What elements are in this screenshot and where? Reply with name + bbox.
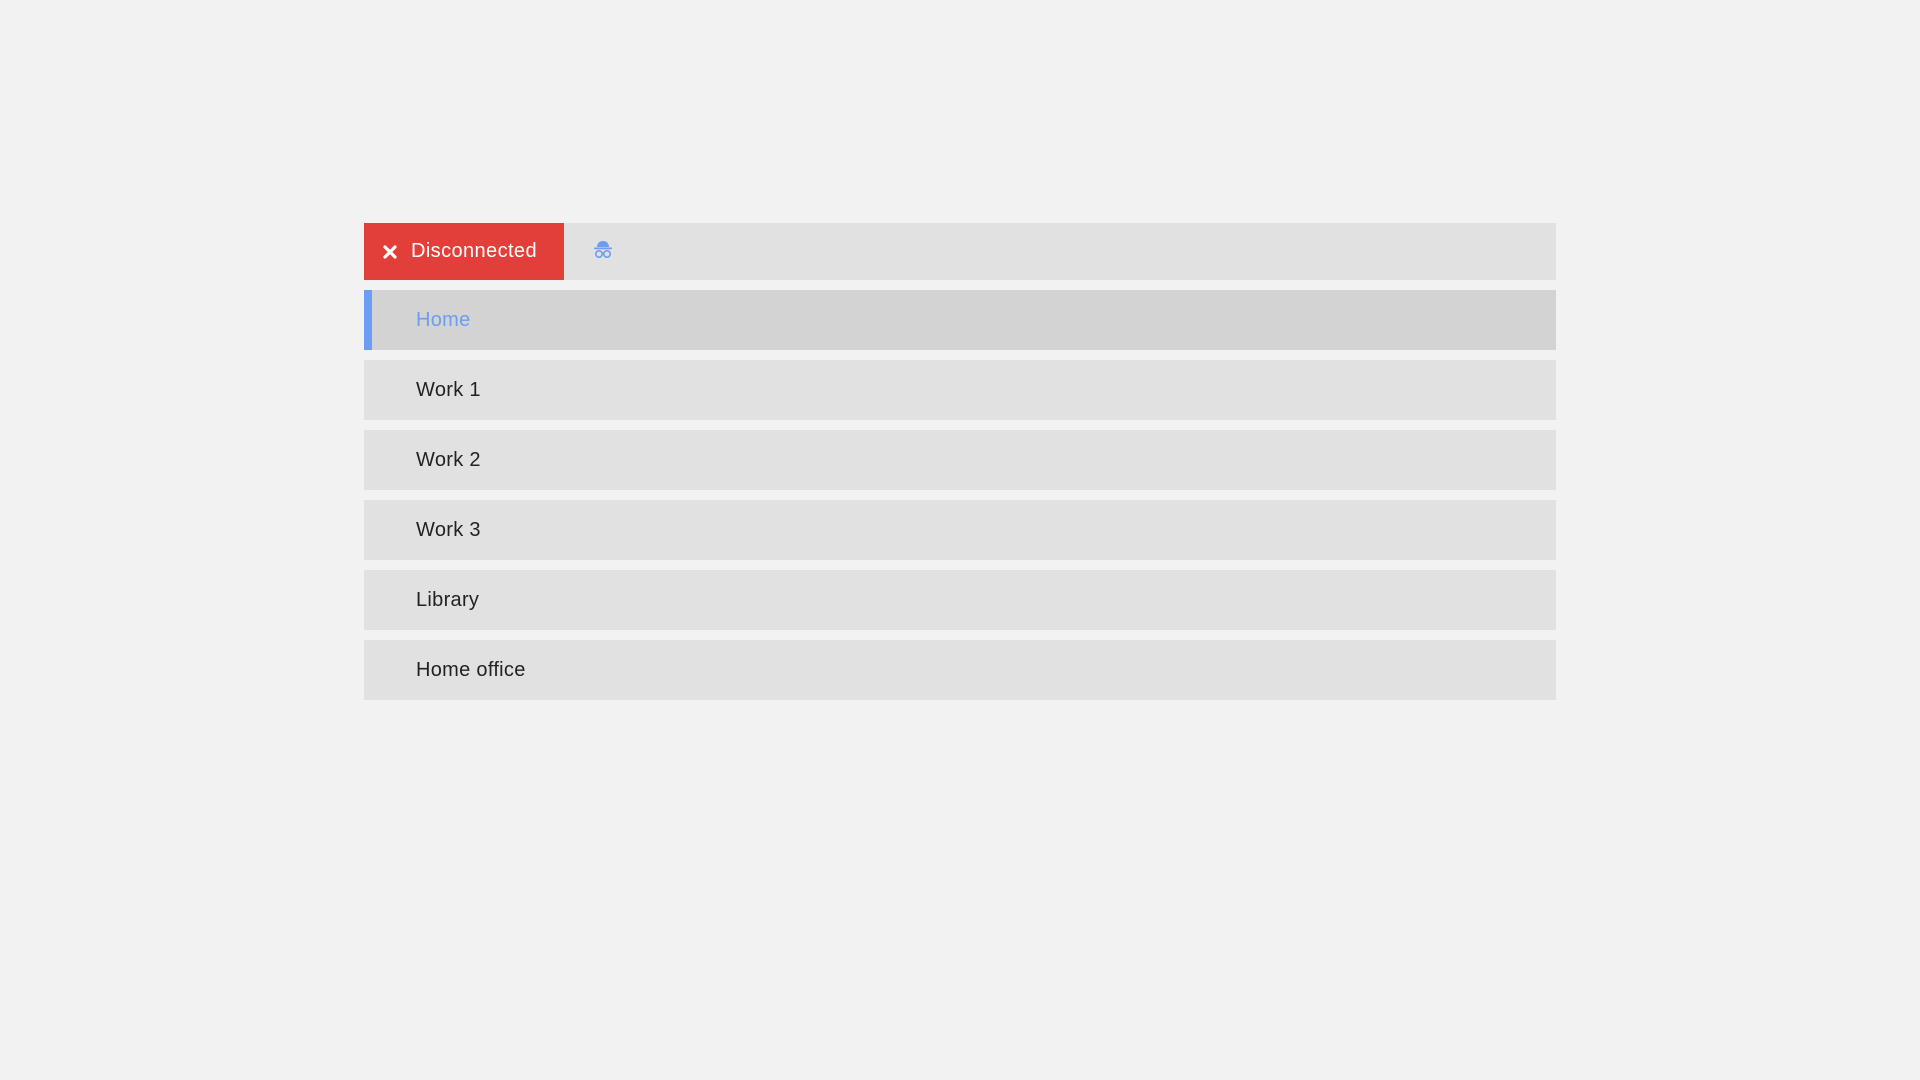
- incognito-icon: [592, 238, 614, 265]
- network-panel: Disconnected Home Work 1 Work 2 Work 3 L…: [364, 223, 1556, 700]
- network-item-work-2[interactable]: Work 2: [364, 430, 1556, 490]
- network-item-label: Work 1: [416, 378, 481, 401]
- network-item-work-1[interactable]: Work 1: [364, 360, 1556, 420]
- network-item-home-office[interactable]: Home office: [364, 640, 1556, 700]
- network-item-label: Home: [416, 308, 471, 331]
- connection-status-button[interactable]: Disconnected: [364, 223, 564, 280]
- network-item-library[interactable]: Library: [364, 570, 1556, 630]
- incognito-toggle[interactable]: [564, 223, 614, 280]
- network-item-work-3[interactable]: Work 3: [364, 500, 1556, 560]
- network-item-label: Home office: [416, 658, 526, 681]
- network-item-label: Work 2: [416, 448, 481, 471]
- network-item-label: Work 3: [416, 518, 481, 541]
- network-list: Home Work 1 Work 2 Work 3 Library Home o…: [364, 290, 1556, 700]
- status-bar: Disconnected: [364, 223, 1556, 280]
- close-icon: [383, 244, 397, 259]
- connection-status-label: Disconnected: [411, 240, 537, 262]
- network-item-home[interactable]: Home: [364, 290, 1556, 350]
- network-item-label: Library: [416, 588, 480, 611]
